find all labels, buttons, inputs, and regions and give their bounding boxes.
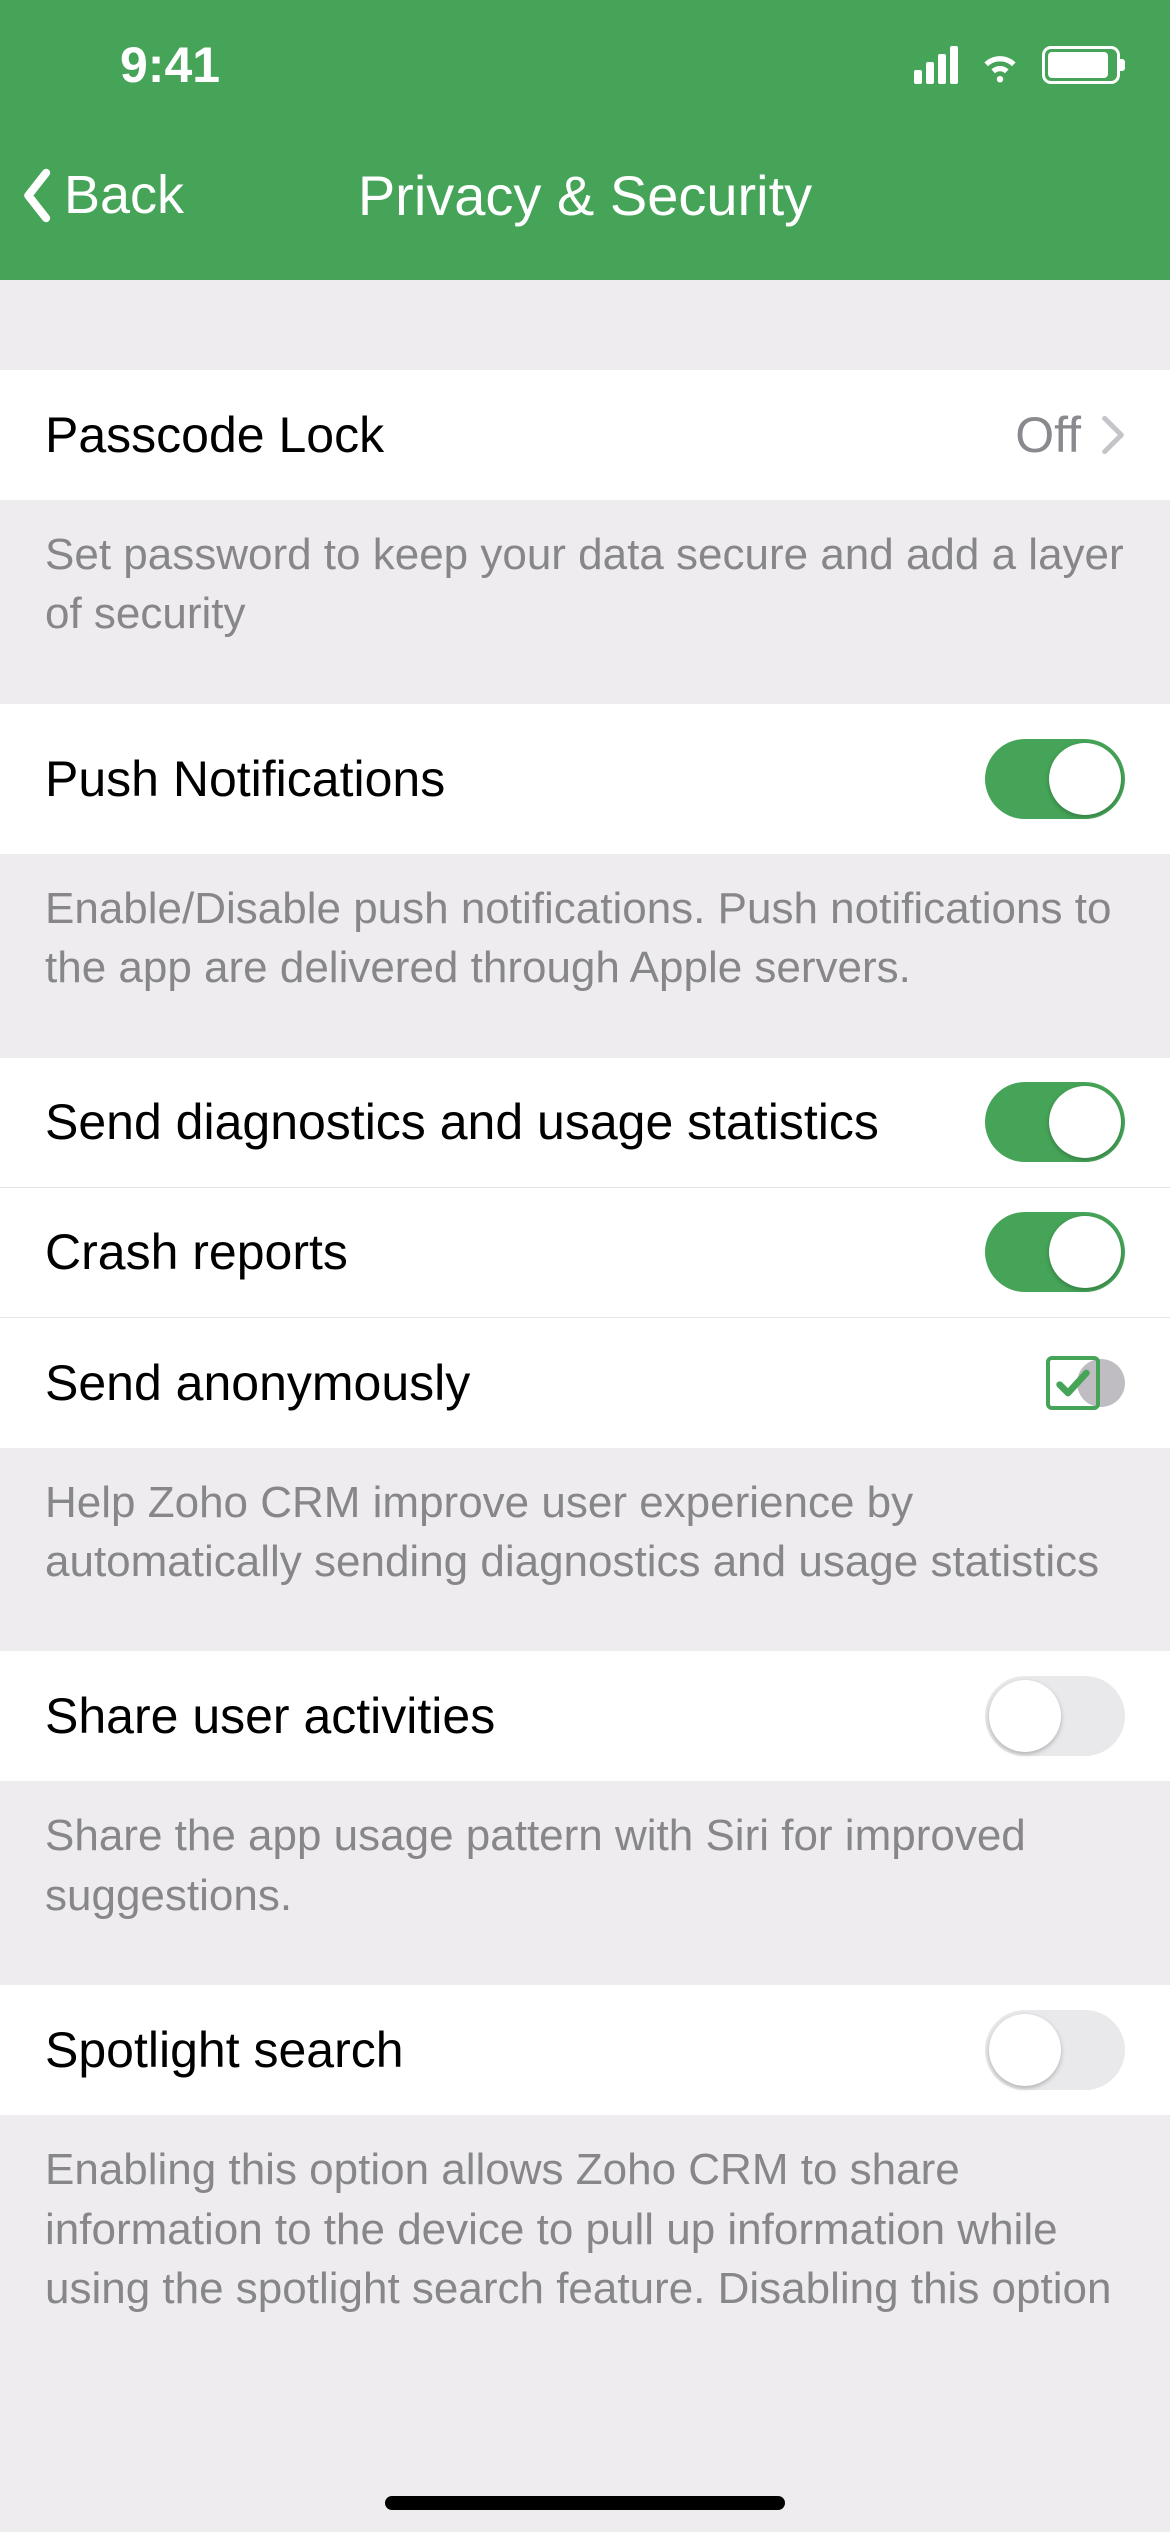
send-diagnostics-row: Send diagnostics and usage statistics [0,1058,1170,1188]
send-anonymously-checkbox[interactable] [1046,1356,1100,1410]
home-indicator[interactable] [385,2496,785,2510]
send-anonymously-row: Send anonymously [0,1318,1170,1448]
spotlight-search-row: Spotlight search [0,1985,1170,2115]
page-title: Privacy & Security [358,163,812,228]
share-activities-label: Share user activities [45,1687,495,1745]
push-notifications-footer: Enable/Disable push notifications. Push … [0,854,1170,1058]
passcode-lock-row[interactable]: Passcode Lock Off [0,370,1170,500]
passcode-lock-value: Off [1015,406,1125,464]
status-time: 9:41 [120,36,220,94]
nav-bar: Back Privacy & Security [0,130,1170,260]
diagnostics-footer: Help Zoho CRM improve user experience by… [0,1448,1170,1652]
crash-reports-label: Crash reports [45,1223,348,1281]
passcode-lock-footer: Set password to keep your data secure an… [0,500,1170,704]
crash-reports-row: Crash reports [0,1188,1170,1318]
chevron-left-icon [20,168,56,223]
status-icons [914,39,1120,92]
passcode-lock-label: Passcode Lock [45,406,384,464]
status-bar: 9:41 [0,0,1170,130]
crash-reports-toggle[interactable] [985,1212,1125,1292]
chevron-right-icon [1101,415,1125,455]
share-activities-toggle[interactable] [985,1676,1125,1756]
spotlight-search-label: Spotlight search [45,2021,404,2079]
send-anonymously-label: Send anonymously [45,1354,470,1412]
header-bar: 9:41 Back Privacy & Security [0,0,1170,280]
share-activities-row: Share user activities [0,1651,1170,1781]
spacer [0,280,1170,370]
content: Passcode Lock Off Set password to keep y… [0,280,1170,2348]
push-notifications-label: Push Notifications [45,750,445,808]
share-activities-footer: Share the app usage pattern with Siri fo… [0,1781,1170,1985]
push-notifications-row: Push Notifications [0,704,1170,854]
spotlight-search-toggle[interactable] [985,2010,1125,2090]
spotlight-search-footer: Enabling this option allows Zoho CRM to … [0,2115,1170,2348]
back-label: Back [64,164,184,226]
send-anonymously-control [1046,1356,1125,1410]
cellular-signal-icon [914,46,958,84]
push-notifications-toggle[interactable] [985,739,1125,819]
send-diagnostics-toggle[interactable] [985,1082,1125,1162]
passcode-lock-status: Off [1015,406,1081,464]
wifi-icon [976,39,1024,92]
send-diagnostics-label: Send diagnostics and usage statistics [45,1093,879,1151]
back-button[interactable]: Back [0,164,184,226]
battery-icon [1042,46,1120,84]
check-icon [1053,1363,1093,1403]
